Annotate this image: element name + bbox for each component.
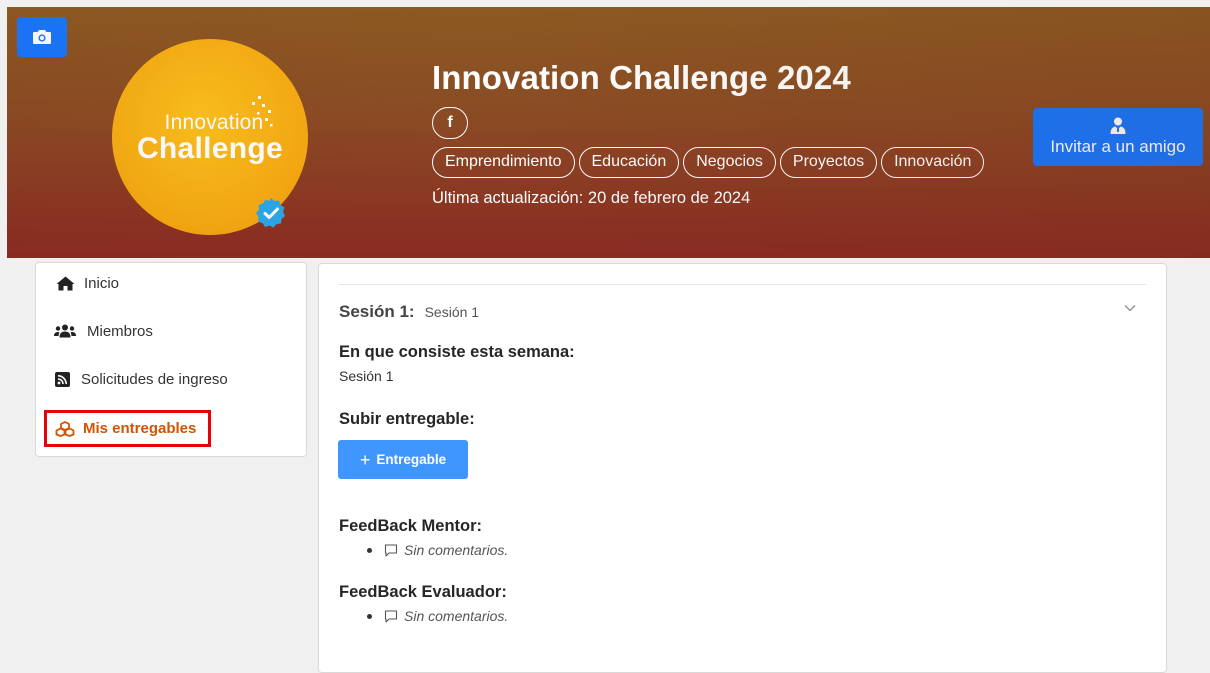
add-deliverable-button[interactable]: + Entregable <box>338 440 468 479</box>
chevron-down-icon[interactable] <box>1124 304 1136 312</box>
last-updated-text: Última actualización: 20 de febrero de 2… <box>432 189 751 207</box>
session-panel: Sesión 1: Sesión 1 En que consiste esta … <box>318 263 1167 673</box>
rss-icon <box>55 371 70 387</box>
change-cover-button[interactable] <box>17 17 67 57</box>
bullet <box>367 547 372 553</box>
week-description-text: Sesión 1 <box>339 368 394 384</box>
home-icon <box>56 276 75 290</box>
sidebar-item-solicitudes[interactable]: Solicitudes de ingreso <box>55 365 228 393</box>
camera-icon <box>33 30 51 44</box>
comment-icon <box>384 609 398 623</box>
bullet <box>367 613 372 619</box>
sidebar-item-label: Inicio <box>84 274 120 292</box>
sidebar: Inicio Miembros Solicitudes de ingreso M… <box>35 262 307 457</box>
tag-list: Emprendimiento Educación Negocios Proyec… <box>432 147 985 178</box>
user-tie-icon <box>1110 117 1126 134</box>
tag-emprendimiento[interactable]: Emprendimiento <box>432 147 575 178</box>
facebook-icon: f <box>447 114 453 131</box>
verified-badge-icon <box>256 198 285 228</box>
users-icon <box>54 324 76 338</box>
sidebar-item-inicio[interactable]: Inicio <box>56 269 119 297</box>
mentor-feedback-item: Sin comentarios. <box>367 542 508 558</box>
sidebar-item-mis-entregables[interactable]: Mis entregables <box>44 410 211 447</box>
comment-icon <box>384 543 398 557</box>
tag-innovacion[interactable]: Innovación <box>881 147 985 178</box>
tag-proyectos[interactable]: Proyectos <box>779 147 878 178</box>
mentor-feedback-heading: FeedBack Mentor: <box>339 517 483 535</box>
tag-educacion[interactable]: Educación <box>578 147 680 178</box>
upload-deliverable-heading: Subir entregable: <box>339 410 475 428</box>
week-description-heading: En que consiste esta semana: <box>339 343 575 361</box>
session-label: Sesión 1: <box>339 302 415 321</box>
evaluator-feedback-text: Sin comentarios. <box>404 608 509 624</box>
invite-friend-button[interactable]: Invitar a un amigo <box>1033 108 1203 166</box>
evaluator-feedback-heading: FeedBack Evaluador: <box>339 583 507 601</box>
sidebar-item-label: Mis entregables <box>83 420 197 437</box>
tag-negocios[interactable]: Negocios <box>683 147 776 178</box>
page: Innovation Challenge Innovation Challeng… <box>0 0 1210 673</box>
cubes-icon <box>55 420 75 437</box>
session-name: Sesión 1 <box>424 304 480 320</box>
evaluator-feedback-item: Sin comentarios. <box>367 608 508 624</box>
sidebar-item-label: Solicitudes de ingreso <box>81 370 228 388</box>
divider <box>339 284 1146 285</box>
mentor-feedback-text: Sin comentarios. <box>404 542 509 558</box>
logo-text-line2: Challenge <box>136 131 284 165</box>
group-title: Innovation Challenge 2024 <box>432 59 851 96</box>
facebook-link[interactable]: f <box>432 107 468 139</box>
add-deliverable-label: Entregable <box>376 452 447 467</box>
sparkle-icon <box>252 96 273 127</box>
session-header[interactable]: Sesión 1: Sesión 1 <box>339 302 479 322</box>
sidebar-item-miembros[interactable]: Miembros <box>54 317 153 345</box>
group-header-banner: Innovation Challenge Innovation Challeng… <box>7 7 1210 258</box>
sidebar-item-label: Miembros <box>87 322 153 340</box>
invite-friend-label: Invitar a un amigo <box>1050 137 1186 156</box>
plus-icon: + <box>359 449 371 470</box>
